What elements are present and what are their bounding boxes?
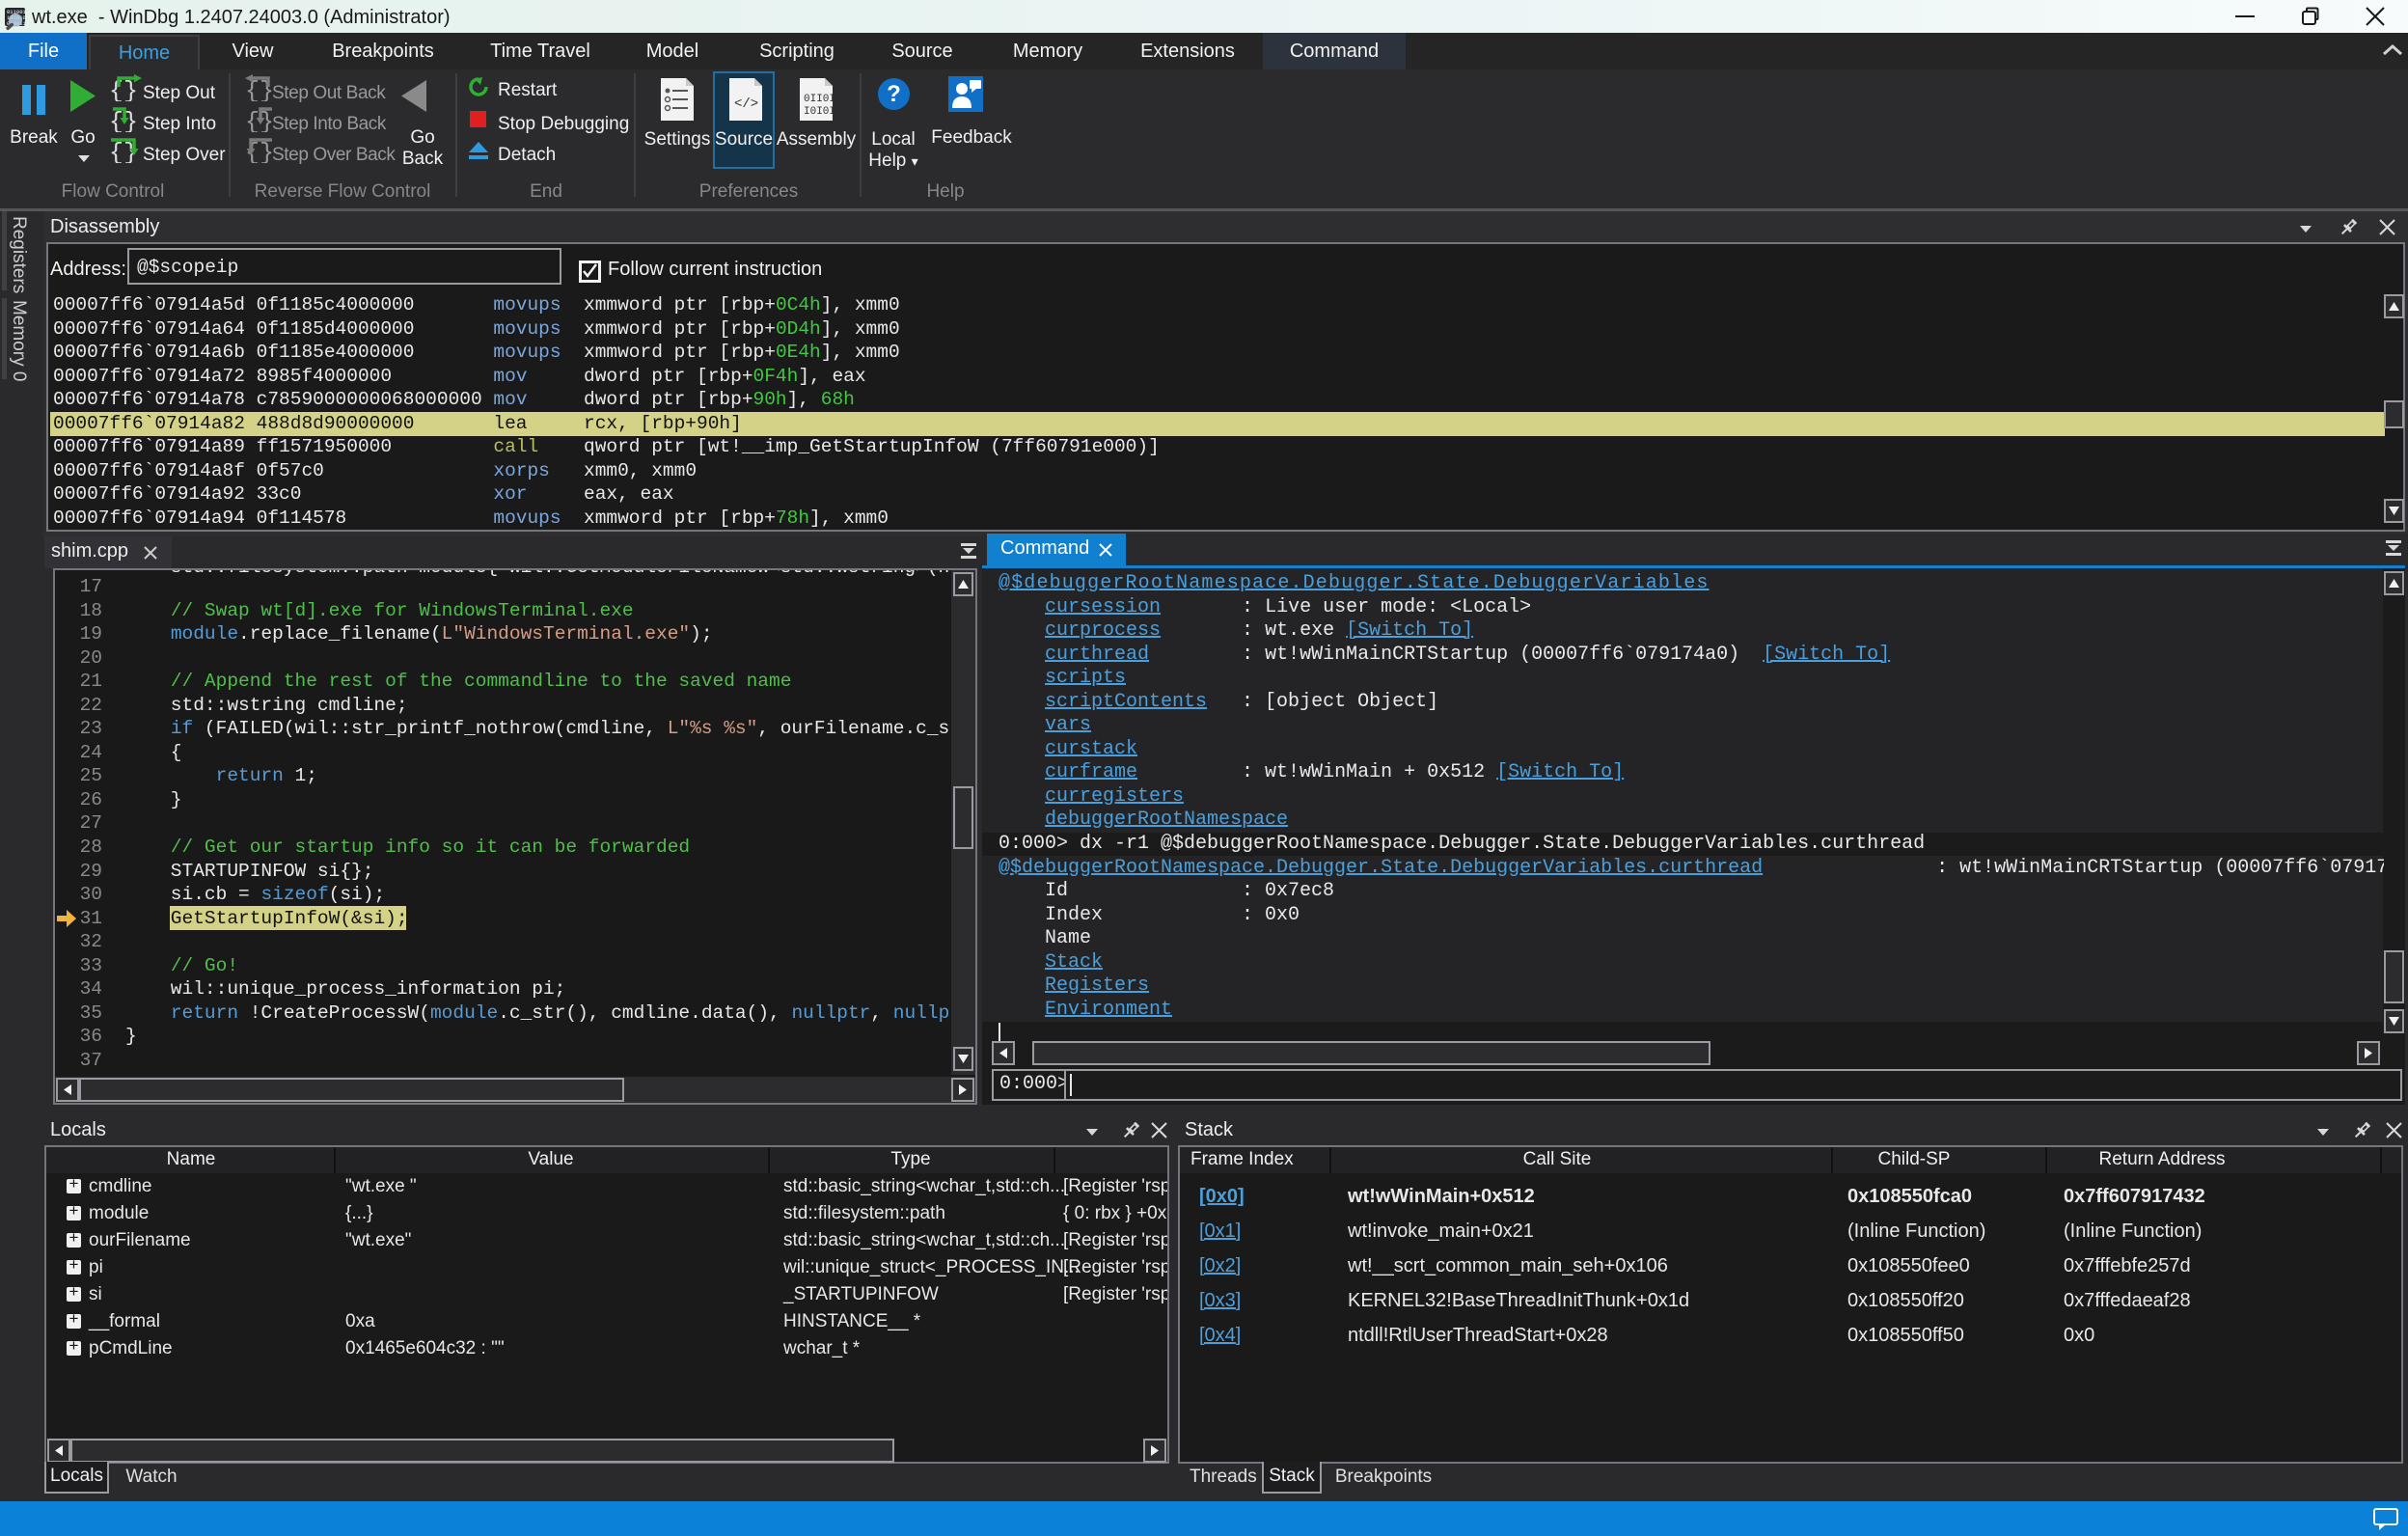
svg-text:</>: </> [734,96,758,112]
svg-text:{}: {} [109,77,138,101]
svg-text:I0I0I: I0I0I [804,106,834,118]
svg-text:0II0I: 0II0I [804,94,834,105]
